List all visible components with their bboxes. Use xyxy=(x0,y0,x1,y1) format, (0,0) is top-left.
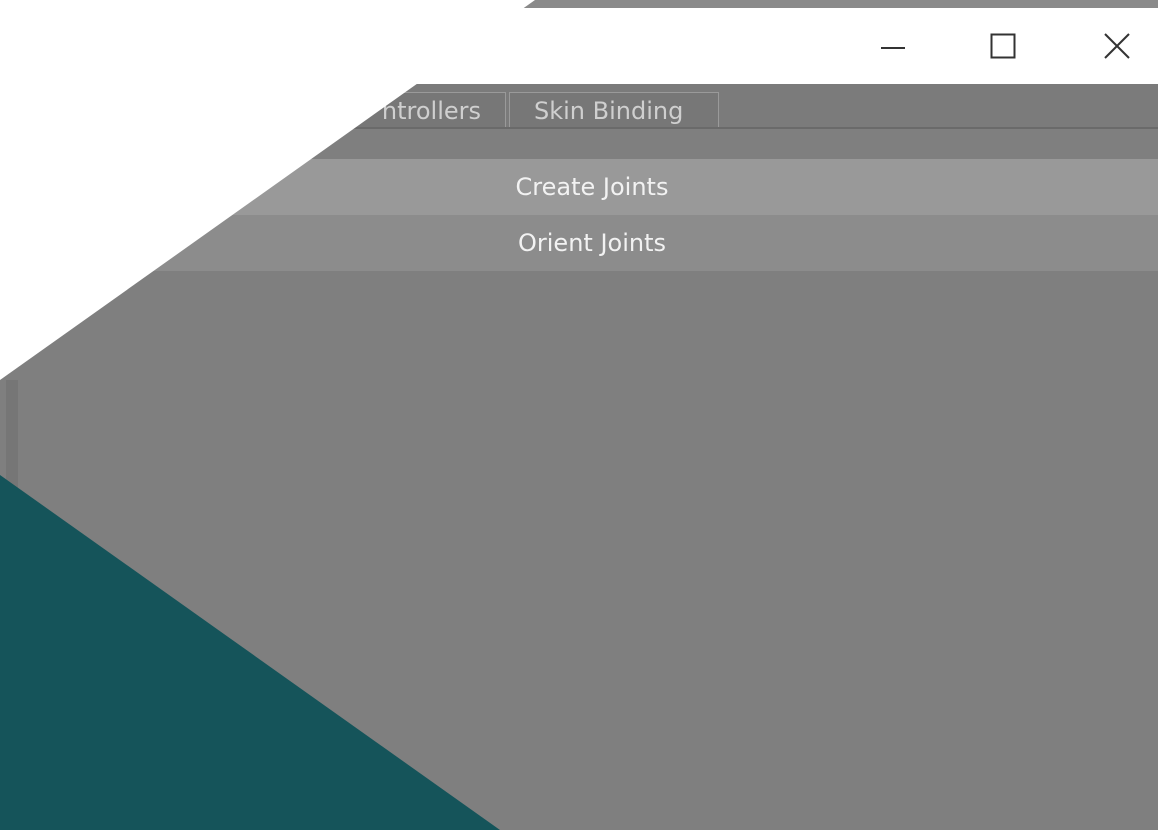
title-bar xyxy=(0,8,1158,84)
close-icon xyxy=(1104,33,1130,59)
close-button[interactable] xyxy=(1062,8,1158,84)
orient-joints-button[interactable]: Orient Joints xyxy=(0,215,1158,271)
minimize-button[interactable] xyxy=(838,8,948,84)
maximize-button[interactable] xyxy=(948,8,1058,84)
tab-controllers[interactable]: ntrollers xyxy=(300,92,506,128)
create-joints-button[interactable]: Create Joints xyxy=(0,159,1158,215)
minimize-icon xyxy=(881,47,905,49)
maximize-icon xyxy=(990,33,1016,59)
panel-edge xyxy=(6,380,18,830)
tab-skin-binding[interactable]: Skin Binding xyxy=(509,92,719,128)
tool-window: ntrollers Skin Binding Create Joints Ori… xyxy=(0,0,1158,830)
